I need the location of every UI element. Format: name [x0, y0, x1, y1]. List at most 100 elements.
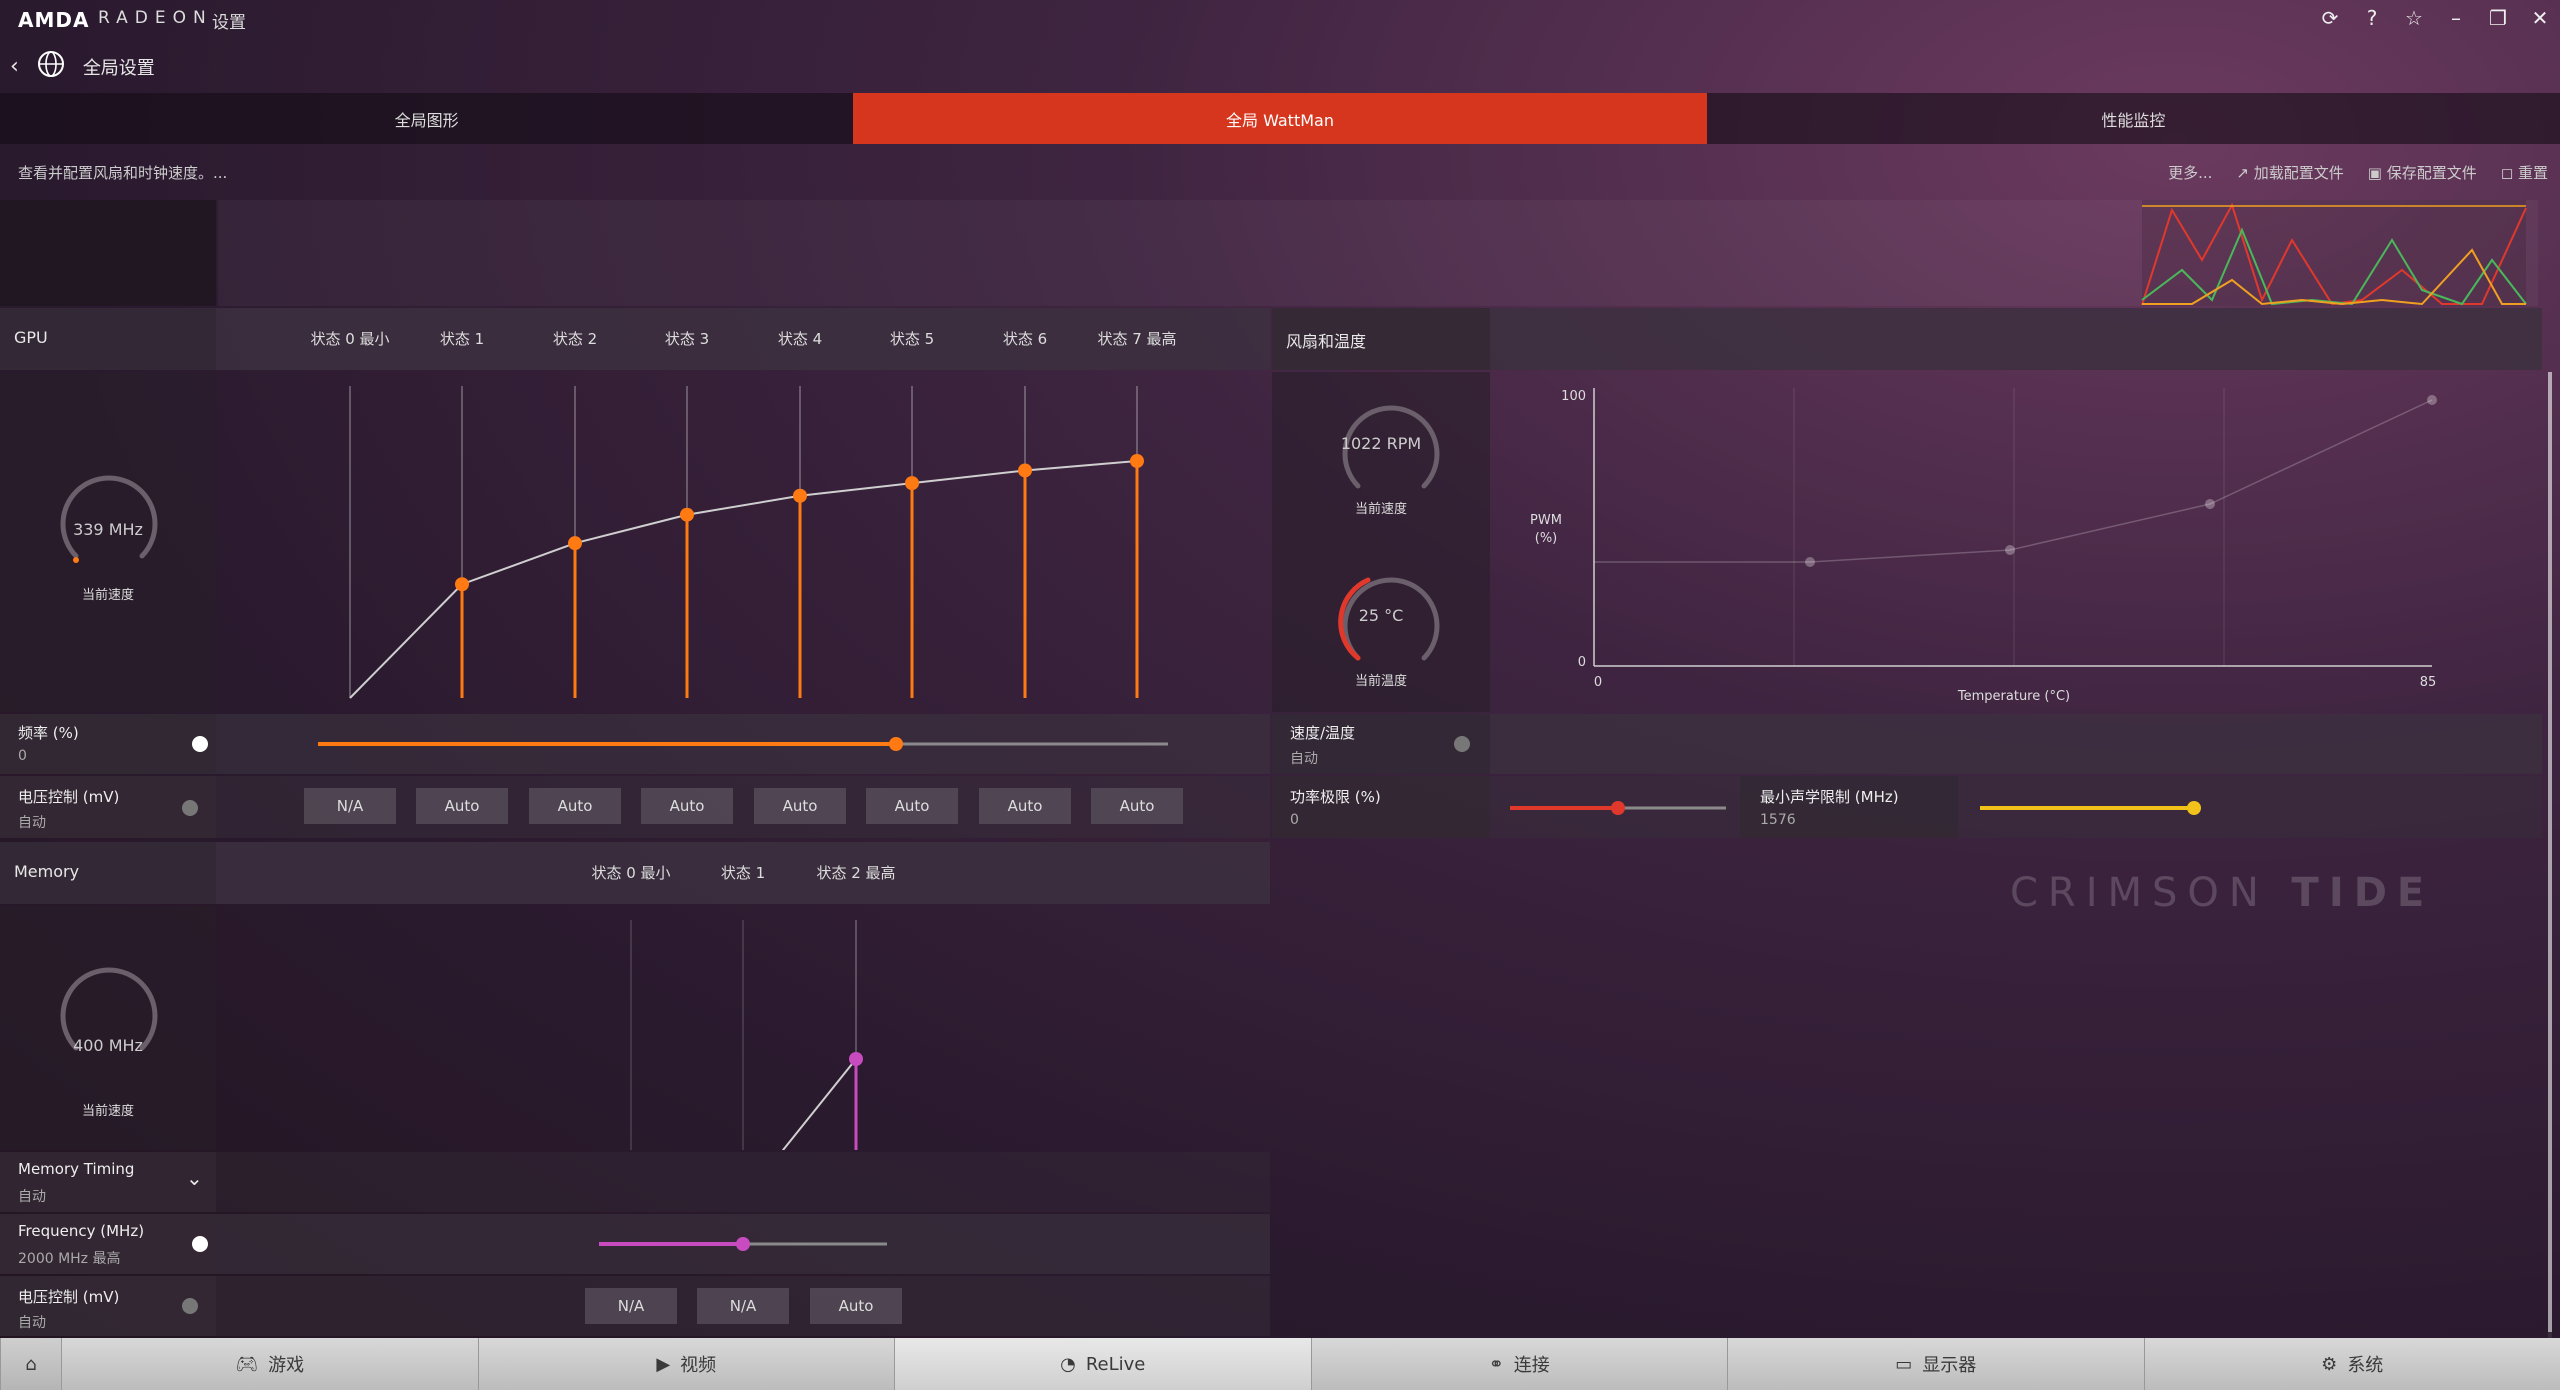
gpu-frequency-toggle[interactable]: [192, 736, 208, 752]
gpu-state-curve[interactable]: [216, 372, 1270, 712]
fan-current-rpm-label: 当前速度: [1354, 502, 1408, 517]
gpu-voltage-row: 电压控制 (mV) 自动 N/A Auto Auto Auto Auto Aut…: [0, 776, 1270, 838]
star-icon[interactable]: ☆: [2404, 6, 2424, 30]
restore-icon[interactable]: ❐: [2488, 6, 2508, 30]
bottom-tab-label: ReLive: [1085, 1353, 1146, 1375]
gpu-header: GPU 状态 0 最小 状态 1 状态 2 状态 3 状态 4 状态 5 状态 …: [0, 308, 1270, 370]
acoustic-limit-slider[interactable]: [1972, 776, 2212, 838]
speed-temp-toggle[interactable]: [1454, 736, 1470, 752]
gpu-title: GPU: [14, 328, 48, 347]
gpu-frequency-slider[interactable]: [310, 714, 1170, 774]
close-icon[interactable]: ✕: [2530, 6, 2550, 30]
gpu-voltage-state-6[interactable]: Auto: [979, 788, 1071, 824]
page-title: 全局设置: [82, 57, 155, 79]
bottom-tab-gaming[interactable]: 🎮︎ 游戏: [61, 1338, 478, 1390]
gpu-state-5: 状态 5: [889, 330, 935, 348]
gpu-state-6: 状态 6: [1002, 330, 1048, 348]
memory-voltage-state-0[interactable]: N/A: [585, 1288, 677, 1324]
app-title: 设置: [212, 13, 246, 33]
save-profile-button[interactable]: ▣ 保存配置文件: [2368, 162, 2477, 183]
memory-voltage-value: 自动: [18, 1315, 46, 1331]
gpu-state-0: 状态 0 最小: [310, 330, 390, 348]
reset-icon: ◻: [2500, 164, 2518, 182]
load-profile-button[interactable]: ↗ 加载配置文件: [2236, 162, 2343, 183]
window-controls: ⟳ ? ☆ – ❐ ✕: [2320, 6, 2550, 30]
tab-performance-monitor[interactable]: 性能监控: [1707, 93, 2560, 144]
gpu-voltage-state-7[interactable]: Auto: [1091, 788, 1183, 824]
bottom-tab-system[interactable]: ⚙ 系统: [2143, 1338, 2560, 1390]
memory-frequency-row: Frequency (MHz) 2000 MHz 最高: [0, 1214, 1270, 1274]
system-icon: ⚙: [2321, 1353, 2338, 1375]
gpu-voltage-state-2[interactable]: Auto: [529, 788, 621, 824]
acoustic-limit-slider-knob: [2187, 801, 2201, 815]
fan-chart-x-left: 0: [1594, 675, 1602, 690]
bottom-tab-label: 连接: [1513, 1355, 1550, 1376]
memory-state-curve[interactable]: [216, 906, 1270, 1150]
bottom-tab-relive[interactable]: ◔ ReLive: [894, 1338, 1311, 1390]
memory-current-speed: 400 MHz: [73, 1036, 143, 1055]
bottom-tab-video[interactable]: ▶ 视频: [477, 1338, 894, 1390]
memory-state-1: 状态 1: [720, 864, 766, 882]
minimize-icon[interactable]: –: [2446, 6, 2466, 30]
sub-toolbar: 查看并配置风扇和时钟速度。... 更多... ↗ 加载配置文件 ▣ 保存配置文件…: [0, 150, 2560, 196]
fan-chart-y-bottom: 0: [1578, 655, 1586, 670]
watermark-part2: TIDE: [2291, 870, 2435, 916]
memory-voltage-state-1[interactable]: N/A: [697, 1288, 789, 1324]
memory-state-0: 状态 0 最小: [591, 864, 671, 882]
gpu-voltage-state-3[interactable]: Auto: [641, 788, 733, 824]
memory-frequency-slider[interactable]: [595, 1214, 895, 1274]
gpu-curve-line: [349, 460, 1138, 699]
page-description: 查看并配置风扇和时钟速度。...: [18, 164, 228, 182]
help-icon[interactable]: ?: [2362, 6, 2382, 30]
gpu-current-temp: 25 °C: [1358, 606, 1404, 625]
memory-state-2: 状态 2 最高: [816, 864, 896, 882]
home-button[interactable]: ⌂: [0, 1338, 61, 1390]
fan-chart-x-right: 85: [2420, 675, 2437, 690]
gpu-state-point: [1018, 463, 1032, 478]
gpu-state-4: 状态 4: [777, 330, 823, 348]
gpu-voltage-toggle[interactable]: [182, 800, 198, 816]
memory-frequency-value: 2000 MHz 最高: [18, 1251, 121, 1267]
power-limit-slider-knob: [1611, 801, 1625, 815]
gpu-state-point: [455, 577, 469, 592]
memory-frequency-slider-knob: [736, 1237, 750, 1251]
scrollbar-thumb[interactable]: [2548, 372, 2552, 1332]
speed-temp-value: 自动: [1290, 751, 1318, 767]
gamepad-icon: 🎮︎: [235, 1353, 259, 1375]
amd-logo: AMDA: [18, 8, 90, 32]
reset-button[interactable]: ◻ 重置: [2501, 162, 2548, 183]
tab-global-wattman[interactable]: 全局 WattMan: [853, 93, 1707, 144]
fan-chart-xlabel: Temperature (°C): [1957, 689, 2070, 704]
gpu-frequency-slider-knob: [889, 737, 903, 751]
bottom-tab-label: 系统: [2347, 1355, 2384, 1376]
gpu-voltage-state-1[interactable]: Auto: [416, 788, 508, 824]
memory-frequency-toggle[interactable]: [192, 1236, 208, 1252]
gpu-current-speed-label: 当前速度: [81, 588, 135, 603]
connect-icon: ⚭: [1488, 1353, 1504, 1375]
fan-curve-chart[interactable]: 100 0 0 85 PWM (%) Temperature (°C): [1490, 372, 2542, 712]
memory-voltage-state-2[interactable]: Auto: [810, 1288, 902, 1324]
update-icon[interactable]: ⟳: [2320, 6, 2340, 30]
save-profile-label: 保存配置文件: [2386, 164, 2477, 182]
gpu-voltage-state-0[interactable]: N/A: [304, 788, 396, 824]
tab-global-graphics[interactable]: 全局图形: [0, 93, 853, 144]
performance-mini-graph: [218, 200, 2538, 306]
back-arrow-icon[interactable]: ‹: [10, 54, 19, 79]
gpu-voltage-label: 电压控制 (mV): [18, 788, 120, 806]
gpu-voltage-state-5[interactable]: Auto: [866, 788, 958, 824]
chevron-down-icon[interactable]: ⌄: [186, 1166, 203, 1190]
scrollbar[interactable]: [2548, 372, 2552, 1338]
radeon-logo: RADEON: [98, 8, 213, 28]
memory-panel: 400 MHz 当前速度: [0, 906, 1270, 1150]
bottom-tab-display[interactable]: ▭ 显示器: [1727, 1338, 2144, 1390]
gpu-voltage-state-4[interactable]: Auto: [754, 788, 846, 824]
mini-graph-lines: [2141, 200, 2527, 306]
power-limit-slider[interactable]: [1504, 776, 1736, 838]
bottom-tab-connect[interactable]: ⚭ 连接: [1310, 1338, 1727, 1390]
speed-temp-label: 速度/温度: [1290, 724, 1356, 742]
memory-timing-fill: [216, 1152, 1270, 1212]
memory-voltage-toggle[interactable]: [182, 1298, 198, 1314]
more-link[interactable]: 更多...: [2168, 162, 2212, 183]
memory-current-speed-label: 当前速度: [81, 1104, 135, 1119]
bottom-tab-label: 显示器: [1922, 1355, 1977, 1376]
